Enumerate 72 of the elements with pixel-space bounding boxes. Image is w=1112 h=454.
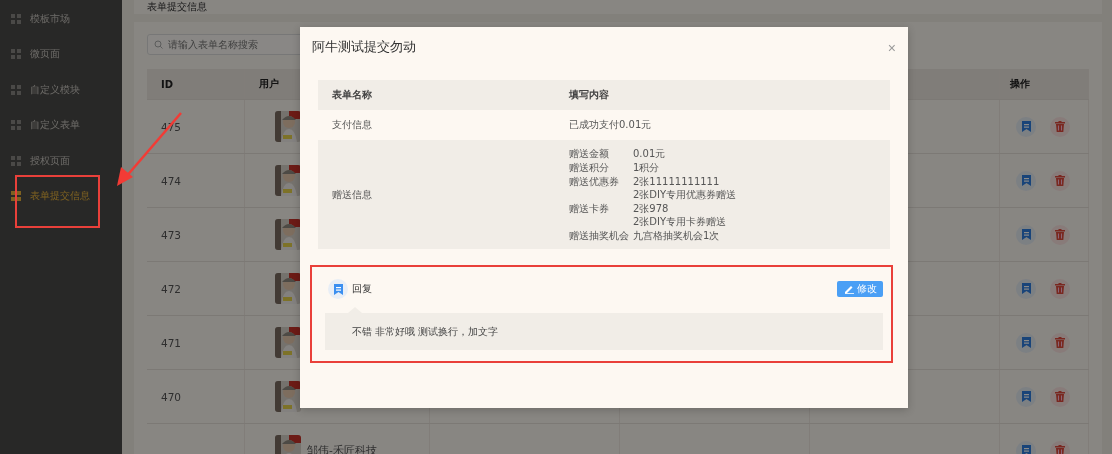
table-cell: 赠送信息 [332,187,372,202]
table-cell: 473 [161,228,182,241]
trash-icon [1055,283,1065,294]
column-header: ID [161,78,174,90]
trash-icon [1055,391,1065,402]
detail-label: 赠送金额 [569,147,610,160]
sidebar-item[interactable]: 授权页面 [0,143,122,179]
table-cell: 已成功支付0.01元 [569,118,652,132]
page-title: 表单提交信息 [134,0,1102,14]
sidebar-item[interactable]: 模板市场 [0,1,122,37]
detail-value: 2张978 [633,203,669,214]
grid-icon [11,49,21,60]
table-cell: 472 [161,282,182,295]
column-header: 用户 [259,77,279,91]
grid-icon [11,120,21,131]
bookmark-icon [1021,283,1031,294]
view-button[interactable] [1016,278,1036,299]
edit-button[interactable]: 修改 [837,281,883,297]
view-button[interactable] [1016,332,1036,353]
column-header: 填写内容 [569,88,609,102]
close-button[interactable]: × [887,39,896,56]
detail-value: 2张11111111111 [633,176,720,187]
delete-button[interactable] [1050,116,1070,137]
table-cell: 支付信息 [332,118,372,132]
trash-icon [1055,121,1065,132]
bookmark-icon [1021,337,1031,348]
column-header: 表单名称 [332,88,372,102]
grid-icon [11,191,21,202]
reply-label: 回复 [352,282,372,296]
bookmark-icon [1021,229,1031,240]
detail-value: 九宫格抽奖机会1次 [633,230,720,241]
reply-content: 不错 非常好哦 测试换行，加文字 [325,313,883,350]
detail-label: 赠送抽奖机会 [569,229,630,242]
table-cell: 474 [161,174,182,187]
modal-title: 阿牛测试提交勿动 [312,39,416,56]
view-button[interactable] [1016,440,1036,454]
view-button[interactable] [1016,386,1036,407]
view-button[interactable] [1016,170,1036,191]
grid-icon [11,155,21,166]
sidebar-item[interactable]: 微页面 [0,36,122,72]
delete-button[interactable] [1050,440,1070,454]
detail-value: 0.01元 [633,148,666,159]
detail-label: 赠送卡券 [569,202,610,216]
trash-icon [1055,175,1065,186]
delete-button[interactable] [1050,332,1070,353]
table-cell: 470 [161,390,182,403]
detail-value: 2张DIY专用优惠券赠送 [633,189,737,200]
grid-icon [11,13,21,24]
delete-button[interactable] [1050,224,1070,245]
search-icon [154,40,163,49]
pencil-icon [845,284,854,294]
trash-icon [1055,337,1065,348]
detail-label: 赠送积分 [569,161,610,174]
detail-label: 赠送优惠券 [569,175,620,189]
delete-button[interactable] [1050,170,1070,191]
delete-button[interactable] [1050,386,1070,407]
column-header: 操作 [1010,77,1030,91]
trash-icon [1055,229,1065,240]
detail-value: 2张DIY专用卡券赠送 [633,216,727,227]
bookmark-icon [333,283,343,295]
bookmark-icon [1021,121,1031,132]
delete-button[interactable] [1050,278,1070,299]
bookmark-icon [1021,391,1031,402]
table-cell: 471 [161,336,182,349]
detail-value: 1积分 [633,162,660,173]
bookmark-icon [1021,445,1031,454]
view-button[interactable] [1016,224,1036,245]
view-button[interactable] [1016,116,1036,137]
bookmark-icon [1021,175,1031,186]
sidebar-item[interactable]: 表单提交信息 [0,178,122,214]
trash-icon [1055,445,1065,454]
grid-icon [11,84,21,95]
